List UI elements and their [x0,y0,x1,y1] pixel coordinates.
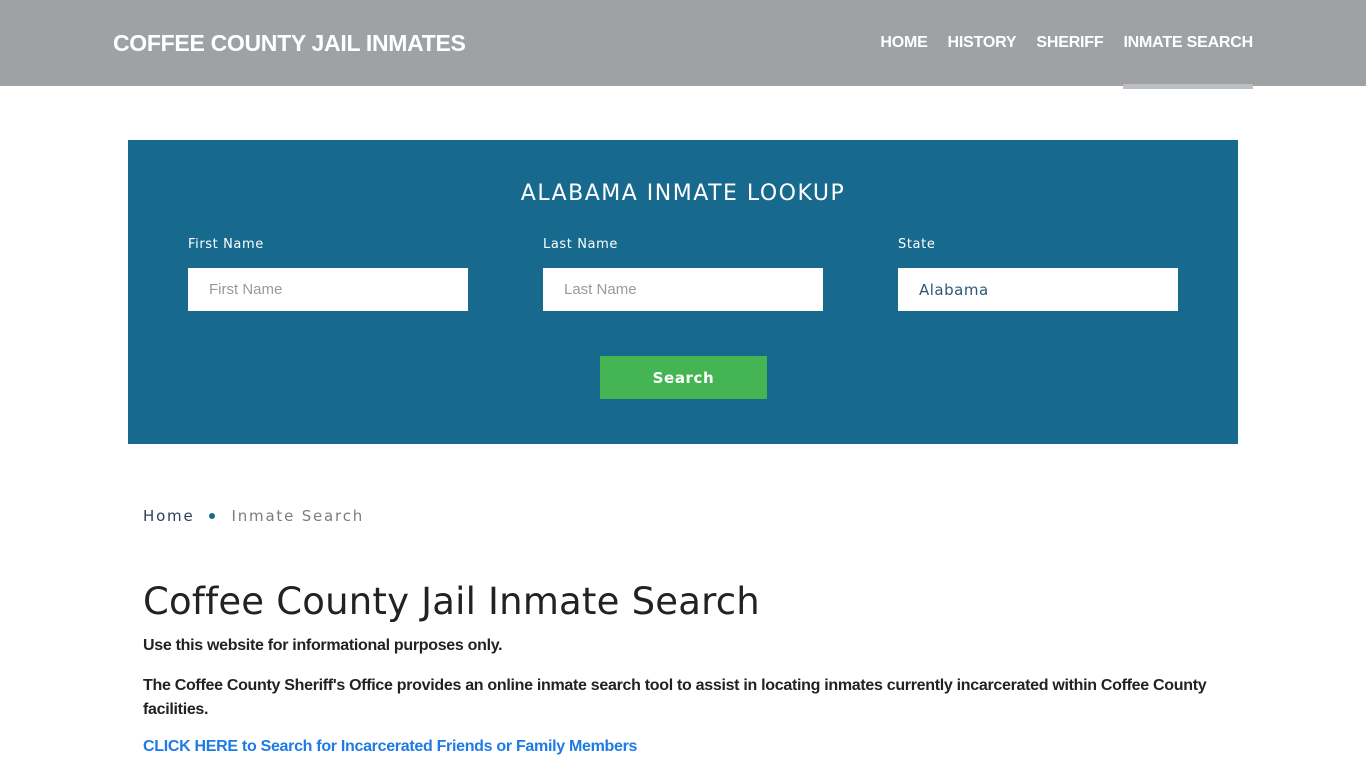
state-input[interactable] [898,268,1178,311]
last-name-input[interactable] [543,268,823,311]
first-name-input[interactable] [188,268,468,311]
breadcrumb: Home Inmate Search [143,507,364,525]
state-field-group: State [898,236,1178,311]
breadcrumb-home[interactable]: Home [143,507,195,525]
last-name-label: Last Name [543,237,618,252]
last-name-field-group: Last Name [543,236,823,311]
search-button[interactable]: Search [600,356,767,399]
main-nav: HOME HISTORY SHERIFF INMATE SEARCH [860,0,1253,89]
site-header: COFFEE COUNTY JAIL INMATES HOME HISTORY … [0,0,1366,89]
breadcrumb-current: Inmate Search [231,507,365,525]
first-name-field-group: First Name [188,236,468,311]
nav-history[interactable]: HISTORY [948,0,1017,89]
breadcrumb-separator-dot-icon [208,513,215,519]
nav-home[interactable]: HOME [880,0,927,89]
lookup-title: ALABAMA INMATE LOOKUP [520,181,846,206]
disclaimer-text: Use this website for informational purpo… [143,637,503,654]
nav-sheriff[interactable]: SHERIFF [1036,0,1103,89]
search-friends-family-link[interactable]: CLICK HERE to Search for Incarcerated Fr… [143,738,637,756]
site-logo-link[interactable]: COFFEE COUNTY JAIL INMATES [113,30,466,57]
first-name-label: First Name [188,237,264,252]
page-title: Coffee County Jail Inmate Search [143,580,760,623]
state-label: State [898,237,936,252]
description-text: The Coffee County Sheriff's Office provi… [143,677,1207,718]
nav-inmate-search[interactable]: INMATE SEARCH [1123,0,1253,89]
